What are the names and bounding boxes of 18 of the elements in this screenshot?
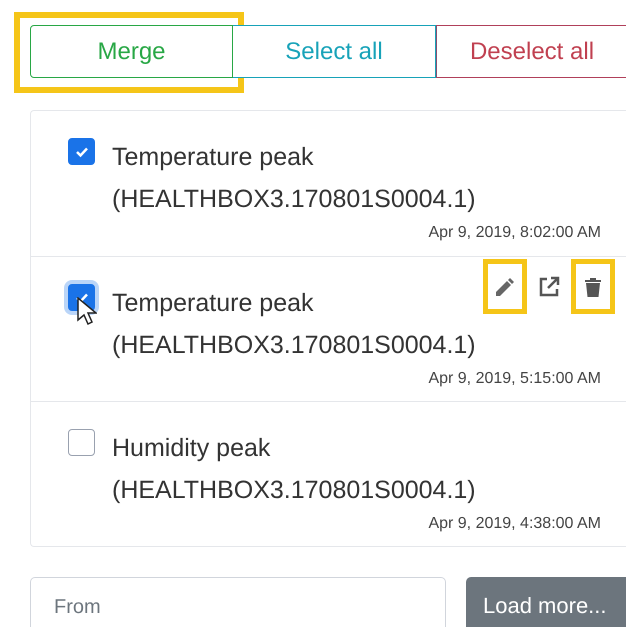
deselect-all-button[interactable]: Deselect all — [436, 25, 626, 78]
select-all-button[interactable]: Select all — [233, 25, 436, 78]
event-title: Temperature peak — [112, 142, 314, 173]
checkbox[interactable] — [68, 138, 95, 165]
event-time: Apr 9, 2019, 8:02:00 AM — [428, 223, 601, 243]
event-source: (HEALTHBOX3.170801S0004.1) — [112, 475, 476, 506]
event-title: Humidity peak — [112, 433, 270, 464]
event-time: Apr 9, 2019, 5:15:00 AM — [428, 369, 601, 389]
from-input-field[interactable]: From — [30, 577, 446, 627]
checkbox[interactable] — [68, 429, 95, 456]
cursor-icon — [77, 297, 97, 327]
event-time: Apr 9, 2019, 4:38:00 AM — [428, 514, 601, 534]
load-more-button[interactable]: Load more... — [466, 577, 626, 627]
external-link-icon[interactable] — [537, 274, 561, 298]
merge-button[interactable]: Merge — [30, 25, 233, 78]
event-source: (HEALTHBOX3.170801S0004.1) — [112, 330, 476, 361]
event-title: Temperature peak — [112, 288, 314, 319]
event-source: (HEALTHBOX3.170801S0004.1) — [112, 184, 476, 215]
